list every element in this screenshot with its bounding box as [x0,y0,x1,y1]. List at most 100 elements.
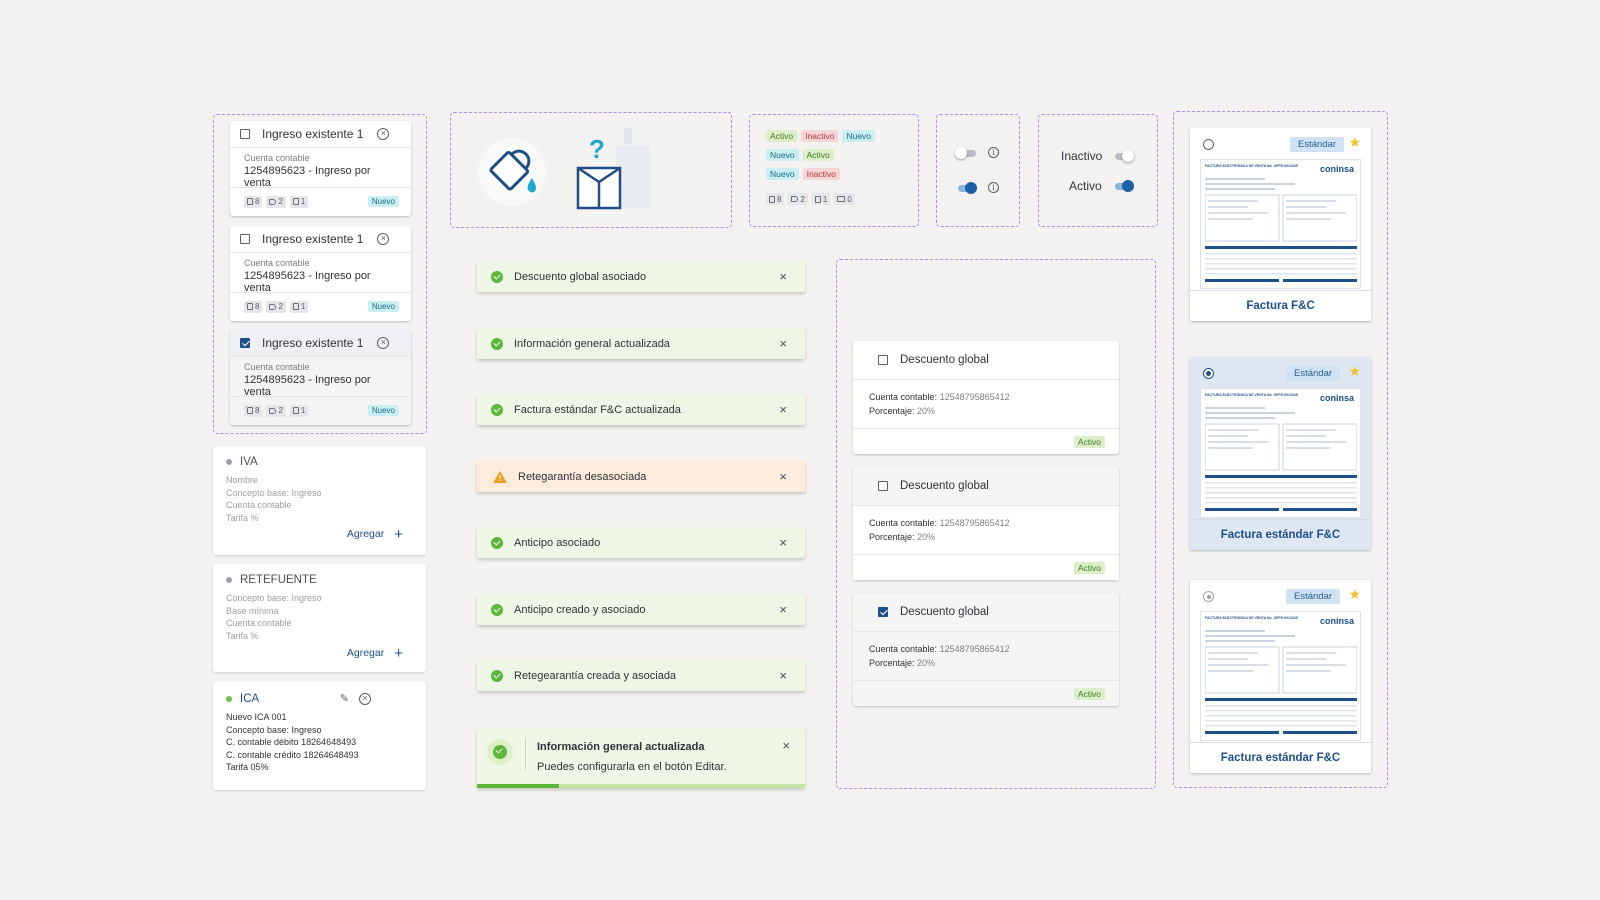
descuento-card[interactable]: Descuento global Cuenta contable: 125487… [853,341,1119,454]
retefuente-card[interactable]: RETEFUENTE Concepto base: Ingreso Base m… [213,564,426,672]
paint-bucket-icon [478,138,546,206]
ica-title: ICA [240,692,260,705]
status-badge: Nuevo [367,405,399,416]
tag-icon [269,407,277,414]
inactive-toggle[interactable] [1112,150,1134,162]
ica-debito-value: 18264648493 [301,737,357,747]
cuenta-label: Cuenta contable: [869,392,940,402]
invoice-radio[interactable] [1203,139,1214,150]
tags-count-chip: 2 [266,195,286,208]
docs-count-chip: 8 [244,404,263,417]
files-count: 1 [822,194,828,204]
docs-count-chip: 8 [766,193,785,205]
invoice-template-card-selected[interactable]: Estándar ★ FACTURA ELECTRÓNICA DE VENTA … [1190,357,1371,550]
close-icon[interactable]: × [779,402,787,417]
remove-icon[interactable]: × [377,233,390,245]
ica-debito-label: C. contable débito [226,737,302,747]
info-icon[interactable]: i [988,147,999,158]
remove-icon[interactable]: × [359,692,371,705]
descuento-checkbox-checked[interactable] [878,607,888,617]
plus-icon: + [394,525,403,543]
toggle-off[interactable] [955,147,977,159]
standard-badge: Estándar [1286,589,1341,604]
check-circle-icon [491,337,503,350]
retefuente-add-button[interactable]: Agregar + [346,644,403,662]
iva-add-button[interactable]: Agregar + [347,525,403,543]
standard-badge: Estándar [1290,137,1345,152]
descuento-porcentaje: Porcentaje: 20% [869,530,1103,544]
cuenta-label: Cuenta contable: [869,518,940,528]
toast-success: Retegearantía creada y asociada × [477,660,805,691]
toast-message: Información general actualizada [514,337,670,350]
close-icon[interactable]: × [779,535,787,550]
iva-field: Cuenta contable [226,500,292,510]
star-icon[interactable]: ★ [1348,586,1361,603]
tags-count: 2 [278,406,283,415]
close-icon[interactable]: × [779,336,787,351]
files-count-chip: 1 [289,404,309,417]
remove-icon[interactable]: × [377,128,390,140]
brand-logo: coninsa [1319,164,1354,174]
toast-success: Información general actualizada × [477,328,805,359]
descuento-checkbox[interactable] [878,355,888,365]
status-chip-inactivo: Inactivo [802,168,840,180]
descuento-card-selected[interactable]: Descuento global Cuenta contable: 125487… [853,593,1119,706]
ingreso-checkbox[interactable] [240,234,250,244]
files-count-chip: 1 [289,300,309,313]
close-icon[interactable]: × [779,668,787,683]
toast-success: Factura estándar F&C actualizada × [477,394,805,425]
ingreso-card-selected[interactable]: Ingreso existente 1 × Cuenta contable 12… [230,330,411,425]
invoice-preview-thumbnail: FACTURA ELECTRÓNICA DE VENTA No. OFFE-00… [1200,388,1361,518]
descuento-checkbox[interactable] [878,481,888,491]
box-question-icon: ? [576,128,650,210]
invoice-template-card[interactable]: Estándar ★ FACTURA ELECTRÓNICA DE VENTA … [1190,128,1371,321]
ingreso-checkbox-checked[interactable] [240,338,250,348]
descuento-title: Descuento global [900,354,989,366]
star-icon[interactable]: ★ [1348,363,1361,380]
plus-icon: + [394,644,403,662]
invoice-radio-selected[interactable] [1203,368,1214,379]
toast-success: Anticipo asociado × [477,527,805,558]
edit-pencil-icon[interactable]: ✎ [340,692,349,705]
remove-icon[interactable]: × [377,337,390,349]
iva-card[interactable]: IVA Nombre Concepto base: Ingreso Cuenta… [213,446,426,555]
docs-count: 8 [777,194,782,204]
descuento-card[interactable]: Descuento global Cuenta contable: 125487… [853,467,1119,580]
iva-field: Tarifa % [226,512,259,523]
active-toggle[interactable] [1112,180,1134,192]
toast-message: Anticipo asociado [514,536,601,549]
info-icon[interactable]: i [988,182,999,193]
star-icon[interactable]: ★ [1348,134,1361,151]
brand-logo: coninsa [1319,393,1354,403]
ica-card[interactable]: ICA ✎ × Nuevo ICA 001 Concepto base: Ing… [213,682,426,790]
document-icon [247,198,253,205]
tag-icon [269,303,277,310]
invoice-preview-thumbnail: FACTURA ELECTRÓNICA DE VENTA No. OFFE-00… [1200,159,1361,289]
tags-count: 2 [278,302,283,311]
ingreso-card[interactable]: Ingreso existente 1 × Cuenta contable 12… [230,226,411,321]
close-icon[interactable]: × [779,469,787,484]
invoice-template-card[interactable]: Estándar ★ FACTURA ELECTRÓNICA DE VENTA … [1190,580,1371,773]
ica-credito-label: C. contable crédito [226,749,304,760]
close-icon[interactable]: × [782,738,790,753]
invoice-doc-title: FACTURA ELECTRÓNICA DE VENTA No. OFFE-00… [1205,164,1298,168]
invoice-radio-disabled[interactable] [1203,591,1214,602]
add-label: Agregar [346,647,385,659]
count-chips-row: 8 2 1 0 [766,193,855,205]
ingreso-title: Ingreso existente 1 [262,232,364,246]
toast-message: Factura estándar F&C actualizada [514,403,681,416]
close-icon[interactable]: × [779,269,787,284]
toast-title: Información general actualizada [537,741,705,753]
retefuente-field: Tarifa % [226,630,259,641]
file-icon [292,407,299,414]
ingreso-card[interactable]: Ingreso existente 1 × Cuenta contable 12… [230,121,411,216]
toggle-on[interactable] [955,182,977,194]
briefcase-icon [837,196,846,202]
tags-count: 2 [278,197,283,206]
invoice-lines-graphic [1205,178,1357,282]
ingreso-checkbox[interactable] [240,129,250,139]
toast-success: Anticipo creado y asociado × [477,594,805,625]
iva-field: Concepto base: Ingreso [226,487,322,498]
inactive-toggle-label: Inactivo [1061,149,1103,163]
close-icon[interactable]: × [779,602,787,617]
